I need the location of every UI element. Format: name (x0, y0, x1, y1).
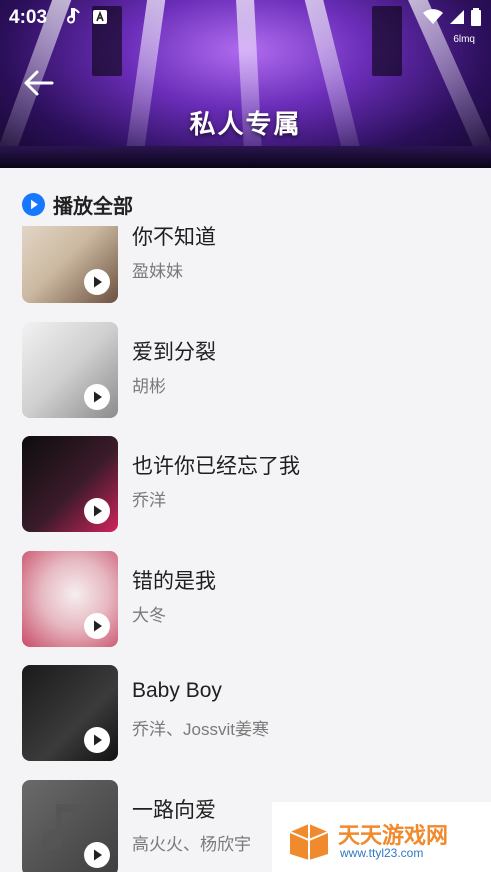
song-title: Baby Boy (132, 679, 222, 702)
album-cover (22, 550, 118, 647)
page-title: 私人专属 (189, 109, 302, 139)
song-title: 错的是我 (132, 569, 216, 593)
song-title: 也许你已经忘了我 (132, 455, 300, 478)
album-cover (22, 321, 118, 418)
album-cover (22, 665, 118, 761)
song-item[interactable]: 也许你已经忘了我 乔洋 (0, 436, 491, 551)
song-artist: 盈妹妹 (132, 262, 183, 281)
album-cover (22, 779, 118, 872)
play-icon[interactable] (84, 612, 110, 639)
arrow-left-icon (24, 70, 54, 96)
status-time: 4:03 (9, 7, 48, 28)
play-all-label: 播放全部 (53, 196, 133, 218)
song-item[interactable]: 爱到分裂 胡彬 (0, 321, 491, 437)
song-title: 一路向爱 (132, 798, 216, 822)
song-title: 你不知道 (132, 226, 216, 249)
music-note-icon (64, 8, 80, 31)
wifi-icon (423, 9, 443, 30)
play-icon[interactable] (84, 727, 110, 753)
a-badge-icon (92, 9, 108, 30)
signal-icon (449, 9, 465, 30)
album-cover (22, 436, 118, 532)
song-artist: 大冬 (132, 605, 166, 625)
watermark-logo-icon (289, 824, 329, 860)
song-artist: 乔洋 (132, 491, 166, 510)
battery-icon (471, 8, 481, 31)
song-item[interactable]: 错的是我 大冬 (0, 550, 491, 666)
status-tag: 6lmq (453, 34, 475, 45)
stage-graphic (0, 146, 491, 168)
watermark: 天天游戏网 www.ttyl23.com (272, 802, 491, 872)
play-all-button[interactable]: 播放全部 (22, 190, 133, 219)
song-item[interactable]: 你不知道 盈妹妹 (0, 226, 491, 322)
song-list[interactable]: 你不知道 盈妹妹 爱到分裂 胡彬 也许你已经忘了我 乔洋 错的是我 大冬 Bab… (0, 226, 491, 872)
song-artist: 胡彬 (132, 376, 166, 396)
song-list-panel: 播放全部 你不知道 盈妹妹 爱到分裂 胡彬 也许你已经忘了我 乔洋 错的是我 大… (0, 168, 491, 872)
header-banner: 4:03 6lmq 私人专属 (0, 0, 491, 168)
play-icon[interactable] (84, 269, 110, 295)
play-icon[interactable] (84, 841, 110, 868)
watermark-url: www.ttyl23.com (340, 846, 424, 860)
song-title: 爱到分裂 (132, 340, 216, 364)
song-artist: 高火火、杨欣宇 (132, 834, 251, 854)
back-button[interactable] (22, 66, 56, 100)
status-bar: 4:03 6lmq (0, 0, 491, 45)
album-cover (22, 226, 118, 303)
song-artist: 乔洋、Jossvit姜寒 (132, 720, 269, 739)
play-icon[interactable] (84, 383, 110, 410)
play-circle-icon (22, 193, 45, 216)
play-icon[interactable] (84, 498, 110, 524)
song-item[interactable]: Baby Boy 乔洋、Jossvit姜寒 (0, 665, 491, 780)
